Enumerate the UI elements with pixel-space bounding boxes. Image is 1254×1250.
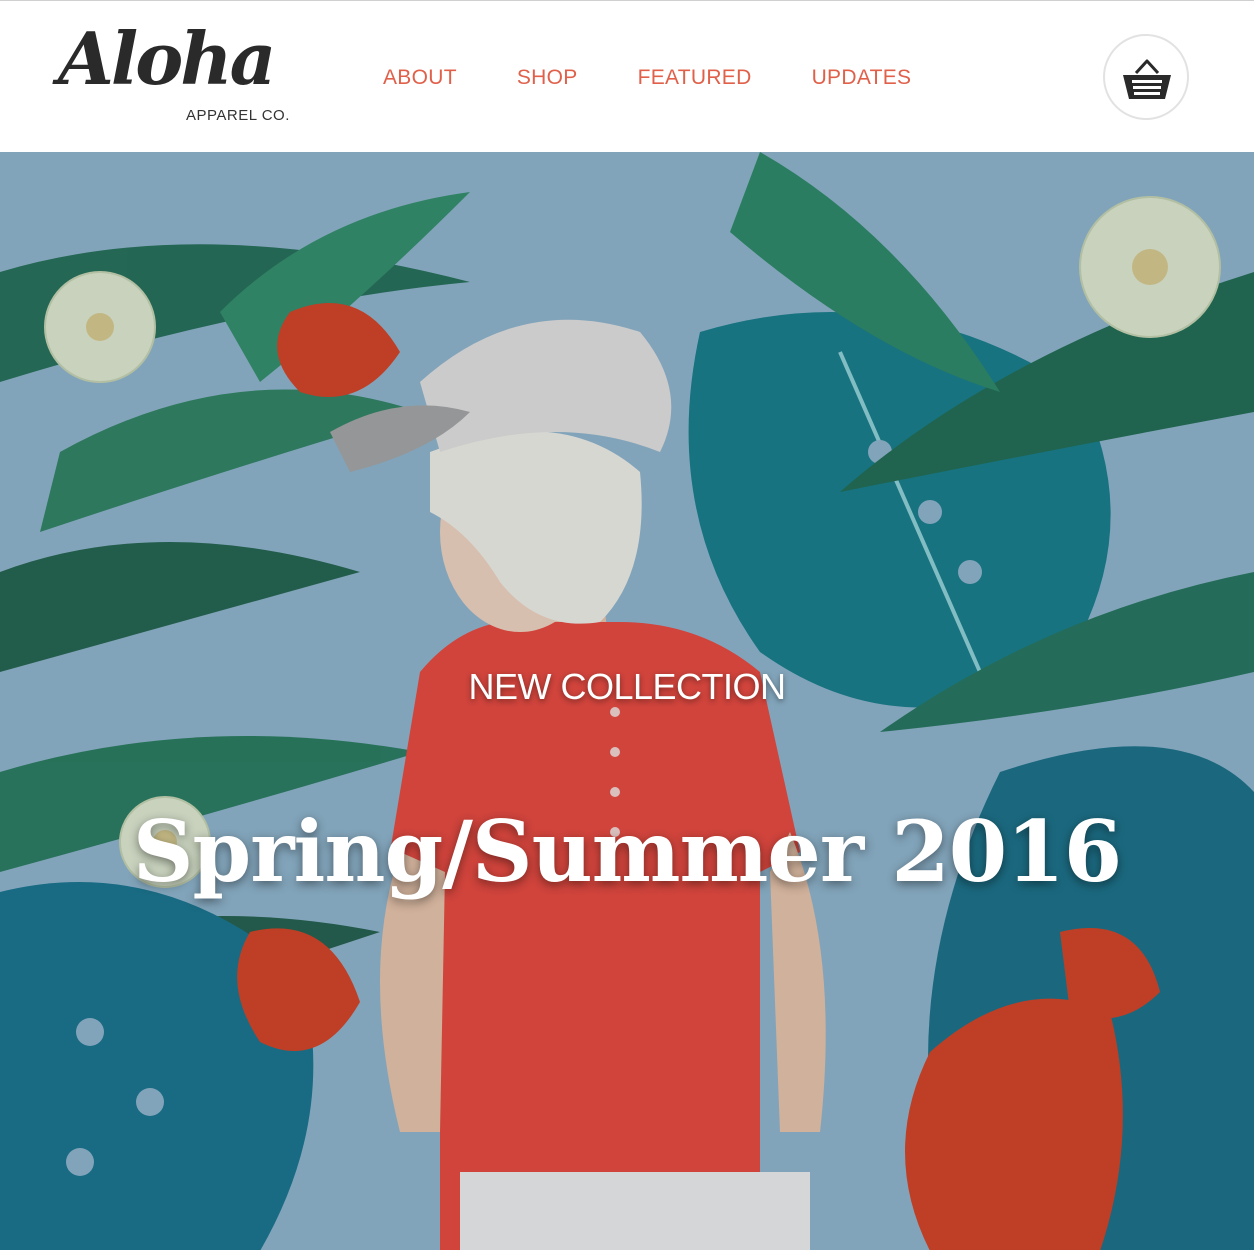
brand-logo[interactable]: Aloha APPAREL CO. (58, 23, 308, 133)
nav-about[interactable]: ABOUT (383, 65, 457, 91)
hero-headline: Spring/Summer 2016 (132, 802, 1122, 901)
basket-icon (1123, 59, 1171, 99)
site-header: Aloha APPAREL CO. ABOUT SHOP FEATURED UP… (0, 1, 1254, 152)
nav-shop[interactable]: SHOP (517, 65, 578, 91)
hero-banner[interactable]: NEW COLLECTION Spring/Summer 2016 (0, 152, 1254, 1250)
main-nav: ABOUT SHOP FEATURED UPDATES (383, 65, 971, 91)
nav-updates[interactable]: UPDATES (812, 65, 912, 91)
hero-eyebrow: NEW COLLECTION (468, 666, 786, 707)
page: Aloha APPAREL CO. ABOUT SHOP FEATURED UP… (0, 0, 1254, 1250)
logo-subtitle: APPAREL CO. (186, 107, 290, 124)
logo-script: Aloha (58, 16, 276, 101)
nav-featured[interactable]: FEATURED (638, 65, 752, 91)
cart-button[interactable] (1103, 34, 1189, 120)
